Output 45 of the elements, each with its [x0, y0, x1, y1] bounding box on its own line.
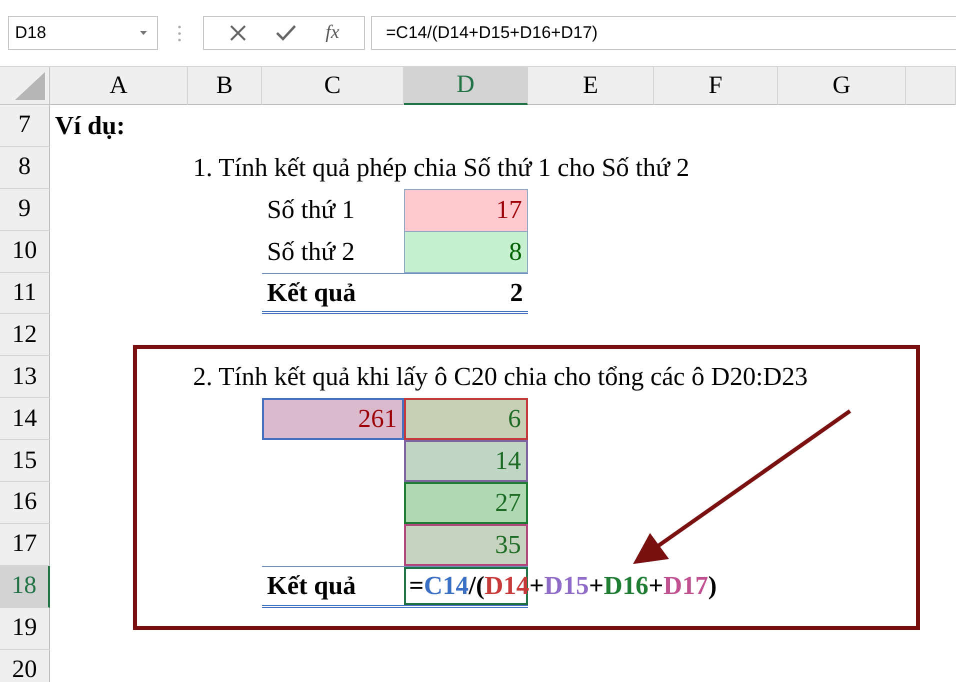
- table-cell: 27: [404, 482, 528, 524]
- formula-field[interactable]: =C14/(D14+D15+D16+D17): [371, 16, 956, 50]
- row-header[interactable]: 14: [0, 398, 50, 440]
- task-text: 1. Tính kết quả phép chia Số thứ 1 cho Số thứ 2: [193, 152, 690, 183]
- row-header[interactable]: 16: [0, 482, 50, 524]
- column-header[interactable]: C: [262, 67, 404, 105]
- drag-handle-icon[interactable]: [178, 24, 181, 42]
- row-header[interactable]: 8: [0, 146, 50, 189]
- task-text: 2. Tính kết quả khi lấy ô C20 chia cho tổng các ô D20:D23: [193, 362, 808, 392]
- name-box[interactable]: D18: [8, 16, 158, 50]
- row-header[interactable]: 7: [0, 105, 50, 147]
- label-text: Số thứ 1: [267, 194, 355, 225]
- table-cell: 6: [404, 398, 528, 440]
- select-all-icon[interactable]: [15, 72, 45, 100]
- row-header[interactable]: 15: [0, 440, 50, 482]
- column-header[interactable]: F: [654, 67, 778, 105]
- row-header[interactable]: 20: [0, 650, 50, 682]
- insert-function-button[interactable]: fx: [326, 22, 340, 44]
- row-header[interactable]: 17: [0, 524, 50, 566]
- column-header[interactable]: [906, 67, 956, 105]
- row-header[interactable]: 12: [0, 314, 50, 356]
- table-cell: 35: [404, 524, 528, 566]
- label-text: Số thứ 2: [267, 236, 355, 267]
- column-header[interactable]: D: [404, 67, 528, 105]
- column-header[interactable]: B: [188, 67, 262, 105]
- column-header[interactable]: G: [778, 67, 906, 105]
- row-header[interactable]: 18: [0, 566, 50, 608]
- table-cell: 14: [404, 440, 528, 482]
- row-header[interactable]: 19: [0, 608, 50, 650]
- column-header[interactable]: A: [50, 67, 188, 105]
- example-heading: Ví dụ:: [55, 110, 126, 141]
- row-header[interactable]: 9: [0, 188, 50, 231]
- row-header[interactable]: 11: [0, 272, 50, 314]
- table-cell: 261: [262, 398, 404, 440]
- row-header[interactable]: 10: [0, 230, 50, 273]
- table-cell: 8: [404, 230, 528, 273]
- column-header[interactable]: E: [528, 67, 654, 105]
- table-cell: 17: [404, 188, 528, 231]
- result-cell: 2: [404, 272, 528, 314]
- result-cell: Kết quả: [262, 566, 404, 608]
- result-cell: Kết quả: [262, 272, 404, 314]
- row-header[interactable]: 13: [0, 356, 50, 398]
- check-icon[interactable]: [276, 25, 296, 41]
- cancel-icon[interactable]: [228, 24, 247, 42]
- dropdown-caret-icon: [140, 31, 147, 35]
